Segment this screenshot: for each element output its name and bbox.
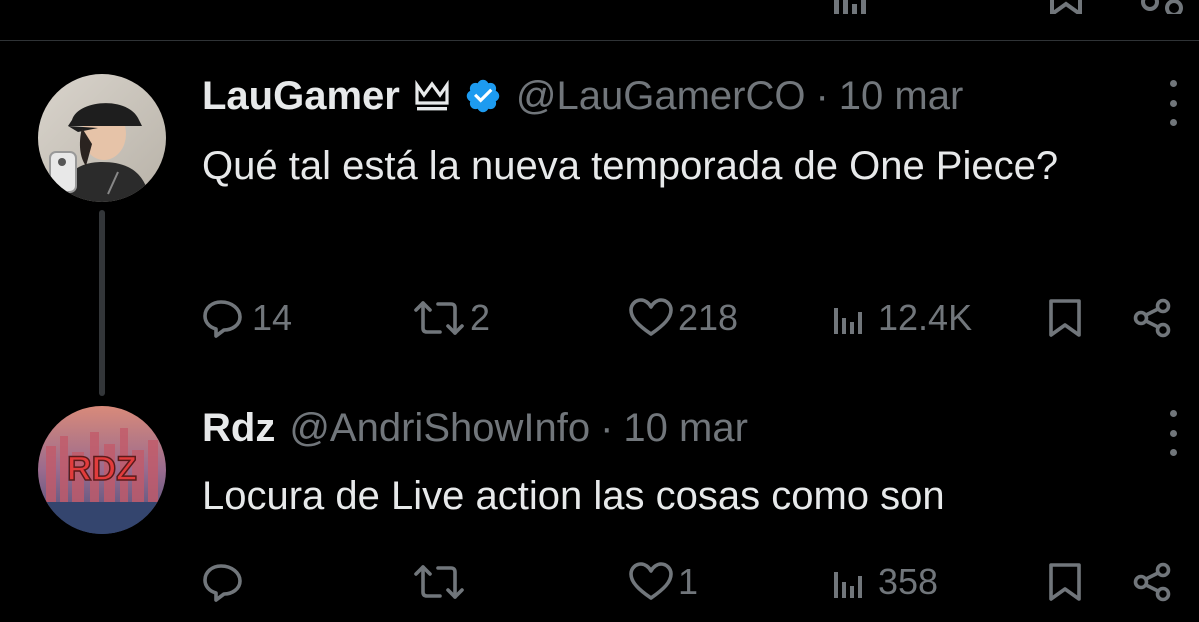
tweet-text: Qué tal está la nueva temporada de One P… [202,144,1059,188]
reply-count: 14 [252,297,293,338]
reply-button[interactable] [202,562,252,602]
share-icon [1133,298,1171,338]
separator-dot: · [600,406,614,450]
view-count: 358 [878,561,939,602]
like-count: 218 [678,297,739,338]
views-button[interactable]: 12.4K [830,298,972,338]
bookmark-icon[interactable] [1046,0,1086,14]
views-button[interactable]: 358 [830,562,938,602]
bookmark-icon [1049,299,1081,337]
share-button[interactable] [1132,298,1176,338]
previous-tweet-actions [0,0,1199,14]
thread-connector-line [99,210,105,396]
repost-icon [414,565,464,599]
like-button[interactable]: 218 [628,298,738,338]
views-icon [834,572,862,598]
author-name[interactable]: LauGamer [202,72,400,120]
author-name[interactable]: Rdz [202,404,275,452]
tweet-divider [0,40,1199,41]
more-options-button[interactable] [1163,80,1183,126]
share-button[interactable] [1132,562,1176,602]
repost-icon [414,301,464,335]
verified-icon [464,77,502,115]
more-icon [1169,80,1177,87]
tweet-header: LauGamer @LauGamerCO · 10 mar [202,72,963,120]
reply-button[interactable]: 14 [202,298,292,338]
repost-button[interactable] [412,562,470,602]
separator-dot: · [815,74,829,118]
bookmark-button[interactable] [1046,298,1084,338]
author-handle[interactable]: @AndriShowInfo [289,404,590,452]
more-options-button[interactable] [1163,410,1183,456]
like-count: 1 [678,561,699,602]
more-icon [1169,410,1177,417]
reply-icon [203,300,242,338]
avatar-laugamer[interactable] [38,74,166,202]
share-icon[interactable] [1140,0,1184,14]
view-count: 12.4K [878,297,973,338]
views-icon[interactable] [830,0,874,14]
repost-button[interactable]: 2 [412,298,490,338]
share-icon [1133,562,1171,602]
repost-count: 2 [470,297,491,338]
avatar-rdz[interactable]: RDZ [38,406,166,534]
tweet-text: Locura de Live action las cosas como son [202,474,945,518]
tweet-date[interactable]: 10 mar [839,72,964,120]
tweet-date[interactable]: 10 mar [623,404,748,452]
like-button[interactable]: 1 [628,562,698,602]
views-icon [834,308,862,334]
tweet-header: Rdz @AndriShowInfo · 10 mar [202,404,748,452]
bookmark-button[interactable] [1046,562,1084,602]
author-handle[interactable]: @LauGamerCO [516,72,806,120]
reply-icon [203,564,242,602]
like-icon [629,562,673,600]
avatar-text: RDZ [67,450,137,488]
like-icon [629,298,673,336]
bookmark-icon [1049,563,1081,601]
crown-icon [414,79,450,113]
